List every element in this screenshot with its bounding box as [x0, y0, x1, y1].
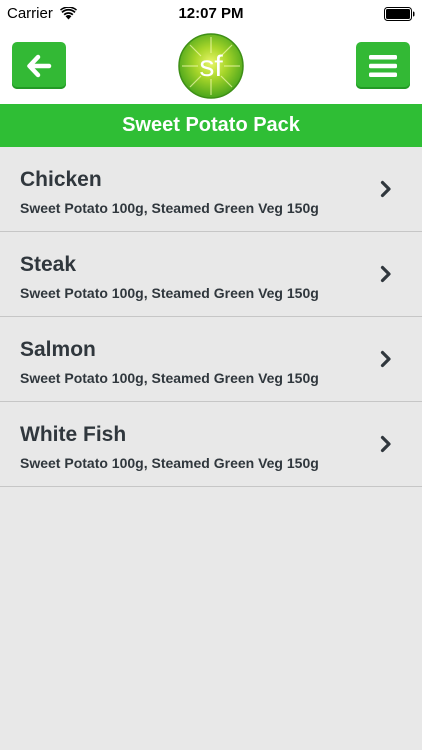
chevron-right-icon: [380, 265, 391, 283]
item-description: Sweet Potato 100g, Steamed Green Veg 150…: [20, 370, 319, 386]
meal-list: Chicken Sweet Potato 100g, Steamed Green…: [0, 147, 422, 487]
list-item-white-fish[interactable]: White Fish Sweet Potato 100g, Steamed Gr…: [0, 402, 422, 487]
item-name: White Fish: [20, 423, 127, 446]
chevron-right-icon: [380, 350, 391, 368]
svg-text:sf: sf: [199, 50, 223, 83]
item-description: Sweet Potato 100g, Steamed Green Veg 150…: [20, 200, 319, 216]
list-item-chicken[interactable]: Chicken Sweet Potato 100g, Steamed Green…: [0, 147, 422, 232]
header: sf: [0, 27, 422, 104]
menu-button[interactable]: [356, 42, 410, 89]
back-button[interactable]: [12, 42, 66, 89]
status-bar: Carrier 12:07 PM: [0, 0, 422, 27]
item-description: Sweet Potato 100g, Steamed Green Veg 150…: [20, 455, 319, 471]
chevron-right-icon: [380, 435, 391, 453]
list-item-steak[interactable]: Steak Sweet Potato 100g, Steamed Green V…: [0, 232, 422, 317]
item-name: Steak: [20, 253, 77, 276]
item-name: Salmon: [20, 338, 96, 361]
item-description: Sweet Potato 100g, Steamed Green Veg 150…: [20, 285, 319, 301]
status-time: 12:07 PM: [178, 5, 244, 22]
battery-icon: [384, 7, 415, 21]
page-title: Sweet Potato Pack: [0, 104, 422, 147]
arrow-left-icon: [27, 54, 52, 77]
logo: sf: [178, 33, 244, 99]
hamburger-menu-icon: [369, 54, 397, 77]
chevron-right-icon: [380, 180, 391, 198]
list-item-salmon[interactable]: Salmon Sweet Potato 100g, Steamed Green …: [0, 317, 422, 402]
item-name: Chicken: [20, 168, 102, 191]
